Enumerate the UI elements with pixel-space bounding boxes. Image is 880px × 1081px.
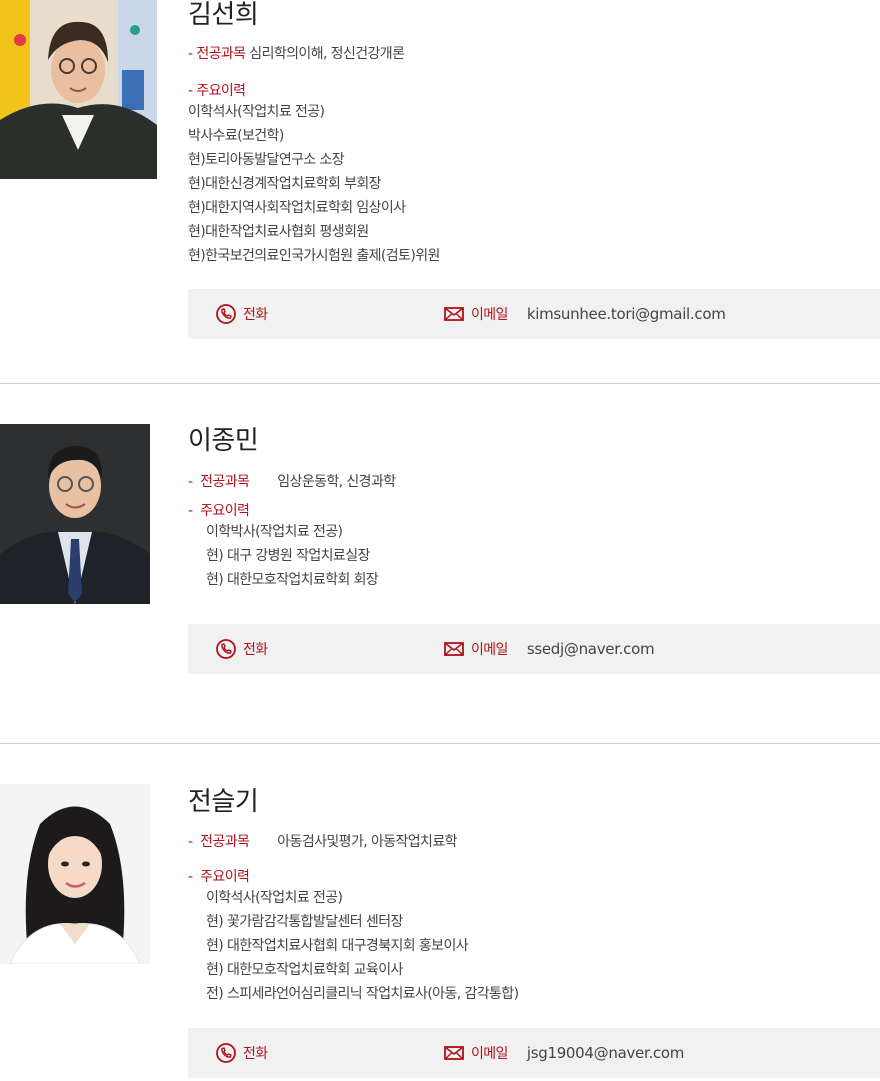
career-item: 현) 대구 강병원 작업치료실장 <box>206 548 370 564</box>
career-item: 현) 대한모호작업치료학회 교육이사 <box>206 962 403 978</box>
phone-contact[interactable]: 전화 <box>215 303 268 325</box>
portrait-image <box>0 424 150 604</box>
bullet-dash: - <box>188 834 201 850</box>
major-label: 전공과목 <box>200 474 250 490</box>
major-label: 전공과목 <box>196 46 246 62</box>
bullet-dash: - <box>188 503 201 519</box>
career-label: 주요이력 <box>196 83 246 99</box>
email-address[interactable]: jsg19004@naver.com <box>527 1044 685 1062</box>
faculty-name: 전슬기 <box>188 787 259 817</box>
major-value: 심리학의이해, 정신건강개론 <box>249 46 405 62</box>
career-item: 이학석사(작업치료 전공) <box>206 890 343 906</box>
phone-icon <box>216 1043 236 1063</box>
portrait-image <box>0 0 157 179</box>
career-item: 현)대한지역사회작업치료학회 임상이사 <box>188 200 406 216</box>
contact-bar: 전화 이메일 jsg19004@naver.com <box>188 1028 880 1078</box>
major-value: 임상운동학, 신경과학 <box>277 474 396 490</box>
faculty-profile-1: 김선희 - 전공과목 심리학의이해, 정신건강개론 - 주요이력 이학석사(작업… <box>0 0 880 383</box>
envelope-icon <box>444 307 464 321</box>
faculty-name: 이종민 <box>188 426 259 456</box>
portrait-image <box>0 784 150 964</box>
major-row: - 전공과목 심리학의이해, 정신건강개론 <box>188 43 405 63</box>
contact-bar: 전화 이메일 kimsunhee.tori@gmail.com <box>188 289 880 339</box>
career-list: 이학석사(작업치료 전공) 박사수료(보건학) 현)토리아동발달연구소 소장 현… <box>188 100 440 268</box>
career-item: 이학박사(작업치료 전공) <box>206 524 343 540</box>
faculty-profile-2: 이종민 - 전공과목 임상운동학, 신경과학 - 주요이력 이학박사(작업치료 전… <box>0 384 880 743</box>
faculty-profile-3: 전슬기 - 전공과목 아동검사및평가, 아동작업치료학 - 주요이력 이학석사(작… <box>0 744 880 1081</box>
email-address[interactable]: ssedj@naver.com <box>527 640 655 658</box>
contact-bar: 전화 이메일 ssedj@naver.com <box>188 624 880 674</box>
bullet-dash: - <box>188 474 201 490</box>
career-item: 현) 대한모호작업치료학회 회장 <box>206 572 379 588</box>
envelope-icon <box>444 642 464 656</box>
career-label: 주요이력 <box>200 869 250 885</box>
career-item: 전) 스피세라언어심리클리닉 작업치료사(아동, 감각통합) <box>206 986 519 1002</box>
email-contact[interactable]: 이메일 jsg19004@naver.com <box>443 1042 684 1064</box>
phone-contact[interactable]: 전화 <box>215 1042 268 1064</box>
career-item: 현)대한작업치료사협회 평생회원 <box>188 224 369 240</box>
profile-info: 이종민 - 전공과목 임상운동학, 신경과학 - 주요이력 이학박사(작업치료 전… <box>188 384 880 674</box>
career-list: 이학박사(작업치료 전공) 현) 대구 강병원 작업치료실장 현) 대한모호작업… <box>206 520 379 592</box>
career-item: 현)대한신경계작업치료학회 부회장 <box>188 176 382 192</box>
career-list: 이학석사(작업치료 전공) 현) 꽃가람감각통합발달센터 센터장 현) 대한작업… <box>206 886 519 1006</box>
email-label: 이메일 <box>471 642 508 658</box>
career-item: 현) 꽃가람감각통합발달센터 센터장 <box>206 914 403 930</box>
phone-icon <box>216 639 236 659</box>
profile-photo <box>0 424 150 604</box>
envelope-icon <box>444 1046 464 1060</box>
career-heading: - 주요이력 <box>188 80 246 100</box>
major-row: - 전공과목 임상운동학, 신경과학 <box>188 471 396 491</box>
phone-label: 전화 <box>243 1046 268 1062</box>
phone-label: 전화 <box>243 642 268 658</box>
career-item: 박사수료(보건학) <box>188 128 284 144</box>
faculty-name: 김선희 <box>188 0 259 30</box>
profile-photo <box>0 784 150 964</box>
profile-info: 김선희 - 전공과목 심리학의이해, 정신건강개론 - 주요이력 이학석사(작업… <box>188 0 880 340</box>
profile-photo <box>0 0 157 179</box>
career-heading: - 주요이력 <box>188 500 250 520</box>
phone-icon <box>216 304 236 324</box>
career-item: 이학석사(작업치료 전공) <box>188 104 325 120</box>
email-label: 이메일 <box>471 1046 508 1062</box>
career-label: 주요이력 <box>200 503 250 519</box>
career-heading: - 주요이력 <box>188 866 250 886</box>
email-contact[interactable]: 이메일 ssedj@naver.com <box>443 638 655 660</box>
major-value: 아동검사및평가, 아동작업치료학 <box>277 834 457 850</box>
email-address[interactable]: kimsunhee.tori@gmail.com <box>527 305 726 323</box>
major-label: 전공과목 <box>200 834 250 850</box>
phone-label: 전화 <box>243 307 268 323</box>
career-item: 현) 대한작업치료사협회 대구경북지회 홍보이사 <box>206 938 469 954</box>
phone-contact[interactable]: 전화 <box>215 638 268 660</box>
bullet-dash: - <box>188 869 201 885</box>
email-contact[interactable]: 이메일 kimsunhee.tori@gmail.com <box>443 303 726 325</box>
email-label: 이메일 <box>471 307 508 323</box>
profile-info: 전슬기 - 전공과목 아동검사및평가, 아동작업치료학 - 주요이력 이학석사(작… <box>188 744 880 1081</box>
major-row: - 전공과목 아동검사및평가, 아동작업치료학 <box>188 831 458 851</box>
career-item: 현)토리아동발달연구소 소장 <box>188 152 345 168</box>
career-item: 현)한국보건의료인국가시험원 출제(검토)위원 <box>188 248 440 264</box>
